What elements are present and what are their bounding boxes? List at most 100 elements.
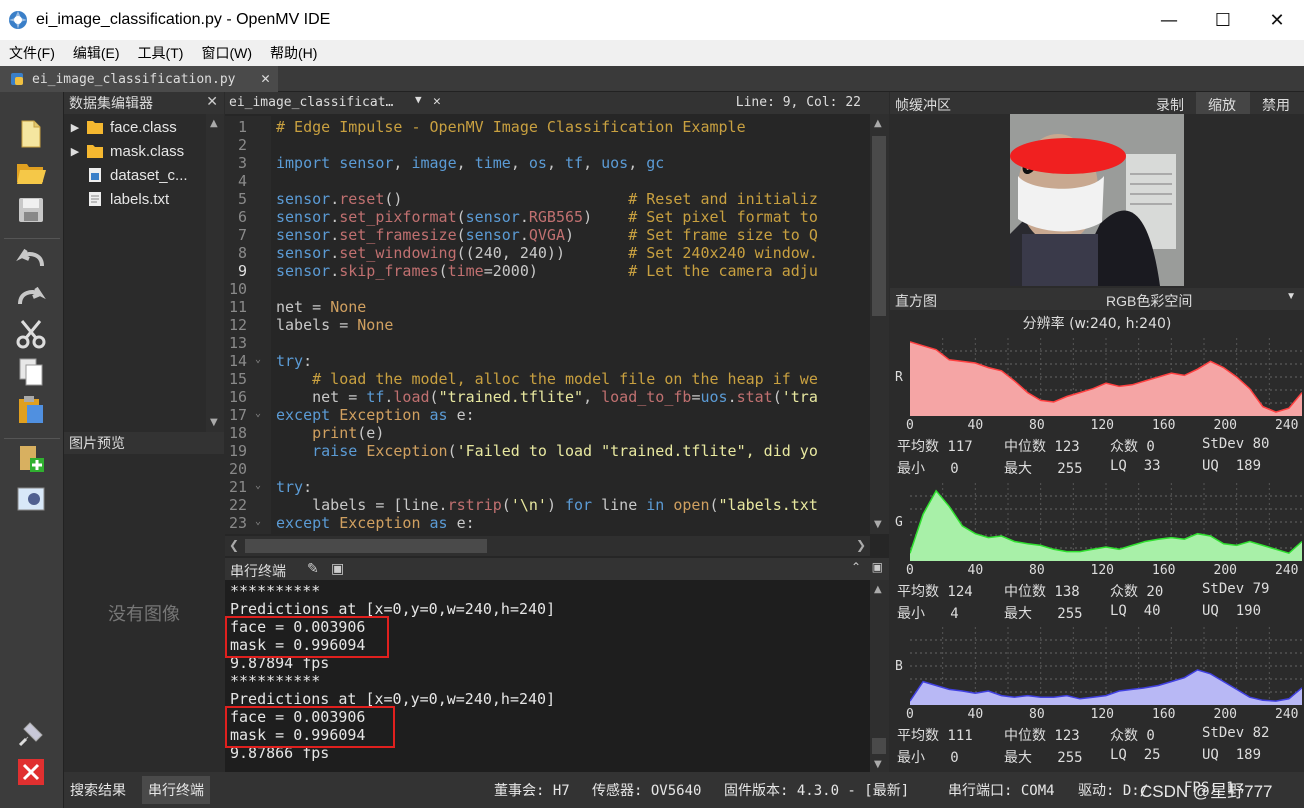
axis-tick: 240 xyxy=(1275,707,1299,722)
code-line[interactable]: 8 sensor.set_windowing((240, 240)) # Set … xyxy=(225,244,870,262)
code-area[interactable]: 1 # Edge Impulse - OpenMV Image Classific… xyxy=(225,116,870,534)
chevron-down-icon[interactable]: ▼ xyxy=(1286,291,1296,302)
code-line[interactable]: 19 raise Exception('Failed to load "trai… xyxy=(225,442,870,460)
status-firmware[interactable]: 固件版本: 4.3.0 - [最新] xyxy=(724,780,909,800)
menu-edit[interactable]: 编辑(E) xyxy=(64,43,129,63)
terminal-scrollbar[interactable]: ▲ ▼ xyxy=(870,580,889,772)
cut-icon[interactable] xyxy=(12,318,50,350)
scroll-right-icon[interactable]: ❯ xyxy=(856,538,866,552)
code-line[interactable]: 6 sensor.set_pixformat(sensor.RGB565) # S… xyxy=(225,208,870,226)
code-line[interactable]: 7 sensor.set_framesize(sensor.QVGA) # Set… xyxy=(225,226,870,244)
code-line[interactable]: 13 xyxy=(225,334,870,352)
code-line[interactable]: 10 xyxy=(225,280,870,298)
connect-icon[interactable] xyxy=(12,718,50,750)
close-tab-icon[interactable]: ✕ xyxy=(433,94,441,109)
colorspace-select[interactable]: RGB色彩空间 xyxy=(1106,291,1192,311)
undo-icon[interactable] xyxy=(12,242,50,274)
copy-icon[interactable] xyxy=(12,356,50,388)
menu-help[interactable]: 帮助(H) xyxy=(261,43,326,63)
code-line[interactable]: 14 ⌄ try: xyxy=(225,352,870,370)
code-line[interactable]: 16 net = tf.load("trained.tflite", load_… xyxy=(225,388,870,406)
code-line[interactable]: 1 # Edge Impulse - OpenMV Image Classific… xyxy=(225,118,870,136)
code-line[interactable]: 9 sensor.skip_frames(time=2000) # Let the… xyxy=(225,262,870,280)
scroll-up-icon[interactable]: ▲ xyxy=(874,118,882,129)
tree-item-face-class[interactable]: ▶ face.class xyxy=(64,115,204,139)
save-icon[interactable] xyxy=(12,194,50,226)
scroll-up-icon[interactable]: ▲ xyxy=(874,584,882,595)
expand-arrow-icon[interactable]: ▶ xyxy=(64,145,86,158)
dataset-scrollbar[interactable]: ▲ ▼ xyxy=(206,114,224,432)
fold-icon[interactable]: ⌄ xyxy=(255,516,261,527)
scroll-down-icon[interactable]: ▼ xyxy=(210,417,218,428)
open-folder-icon[interactable] xyxy=(12,156,50,188)
fold-icon[interactable]: ⌄ xyxy=(255,408,261,419)
fold-icon[interactable]: ⌄ xyxy=(255,354,261,365)
file-tab-bar: ei_image_classification.py ✕ xyxy=(0,66,1304,92)
code-line[interactable]: 22 labels = [line.rstrip('\n') for line … xyxy=(225,496,870,514)
scroll-thumb[interactable] xyxy=(245,539,487,553)
code-line[interactable]: 15 # load the model, alloc the model fil… xyxy=(225,370,870,388)
no-image-text: 没有图像 xyxy=(108,604,180,625)
maximize-panel-icon[interactable]: ▣ xyxy=(872,560,883,574)
tab-serial-terminal[interactable]: 串行终端 xyxy=(142,776,210,804)
collapse-icon[interactable]: ⌃ xyxy=(851,560,861,574)
redo-icon[interactable] xyxy=(12,280,50,312)
new-file-icon[interactable] xyxy=(12,118,50,150)
scroll-up-icon[interactable]: ▲ xyxy=(210,118,218,129)
close-button[interactable]: ✕ xyxy=(1250,0,1304,40)
line-number: 3 xyxy=(237,154,247,172)
line-number: 20 xyxy=(228,460,247,478)
clear-terminal-icon[interactable]: ✎ xyxy=(307,560,319,577)
code-text: except Exception as e: xyxy=(276,406,475,424)
disable-button[interactable]: 禁用 xyxy=(1262,95,1290,115)
expand-arrow-icon[interactable]: ▶ xyxy=(64,121,86,134)
axis-tick: 160 xyxy=(1152,563,1176,578)
fold-icon[interactable]: ⌄ xyxy=(255,480,261,491)
record-button[interactable]: 录制 xyxy=(1156,95,1184,115)
code-line[interactable]: 21 ⌄ try: xyxy=(225,478,870,496)
histogram-stat: UQ 189 xyxy=(1202,458,1262,474)
tree-item-mask-class[interactable]: ▶ mask.class xyxy=(64,139,204,163)
zoom-button[interactable]: 缩放 xyxy=(1196,92,1250,114)
code-line[interactable]: 18 print(e) xyxy=(225,424,870,442)
scroll-thumb[interactable] xyxy=(872,738,886,754)
file-tab[interactable]: ei_image_classification.py ✕ xyxy=(0,66,278,92)
editor-vertical-scrollbar[interactable]: ▲ ▼ xyxy=(870,114,889,534)
code-line[interactable]: 20 xyxy=(225,460,870,478)
histogram-stat: 最小 0 xyxy=(897,461,959,477)
minimize-button[interactable]: — xyxy=(1142,0,1196,40)
histogram-stat: LQ 25 xyxy=(1110,747,1161,763)
axis-tick: 80 xyxy=(1029,418,1045,433)
code-line[interactable]: 2 xyxy=(225,136,870,154)
scroll-thumb[interactable] xyxy=(872,136,886,316)
code-line[interactable]: 4 xyxy=(225,172,870,190)
code-line[interactable]: 3 import sensor, image, time, os, tf, uos… xyxy=(225,154,870,172)
editor-tab-label[interactable]: ei_image_classificat… xyxy=(229,95,393,110)
paste-icon[interactable] xyxy=(12,394,50,426)
close-tab-icon[interactable]: ✕ xyxy=(261,69,270,87)
scroll-left-icon[interactable]: ❮ xyxy=(229,538,239,552)
code-line[interactable]: 12 labels = None xyxy=(225,316,870,334)
tree-item-labels-txt[interactable]: labels.txt xyxy=(64,187,204,211)
code-line[interactable]: 11 net = None xyxy=(225,298,870,316)
close-panel-icon[interactable]: ✕ xyxy=(206,93,218,110)
tab-search-results[interactable]: 搜索结果 xyxy=(70,780,126,800)
menu-window[interactable]: 窗口(W) xyxy=(192,43,261,63)
tree-item-dataset-capture[interactable]: dataset_c... xyxy=(64,163,204,187)
status-board: 董事会: H7 xyxy=(494,783,570,799)
save-log-icon[interactable]: ▣ xyxy=(331,560,344,577)
connect-board-icon[interactable] xyxy=(12,444,50,476)
stop-icon[interactable] xyxy=(12,756,50,788)
image-tool-icon[interactable] xyxy=(12,482,50,514)
code-line[interactable]: 23 ⌄ except Exception as e: xyxy=(225,514,870,532)
chevron-down-icon[interactable]: ▼ xyxy=(415,93,422,106)
scroll-down-icon[interactable]: ▼ xyxy=(874,759,882,770)
code-line[interactable]: 5 sensor.reset() # Reset and initializ xyxy=(225,190,870,208)
resolution-text: 分辨率 (w:240, h:240) xyxy=(1022,316,1172,332)
code-line[interactable]: 17 ⌄ except Exception as e: xyxy=(225,406,870,424)
menu-tools[interactable]: 工具(T) xyxy=(129,43,193,63)
menu-file[interactable]: 文件(F) xyxy=(0,43,64,63)
editor-horizontal-scrollbar[interactable]: ❮ ❯ xyxy=(225,536,870,556)
scroll-down-icon[interactable]: ▼ xyxy=(874,519,882,530)
maximize-button[interactable]: ☐ xyxy=(1196,0,1250,40)
